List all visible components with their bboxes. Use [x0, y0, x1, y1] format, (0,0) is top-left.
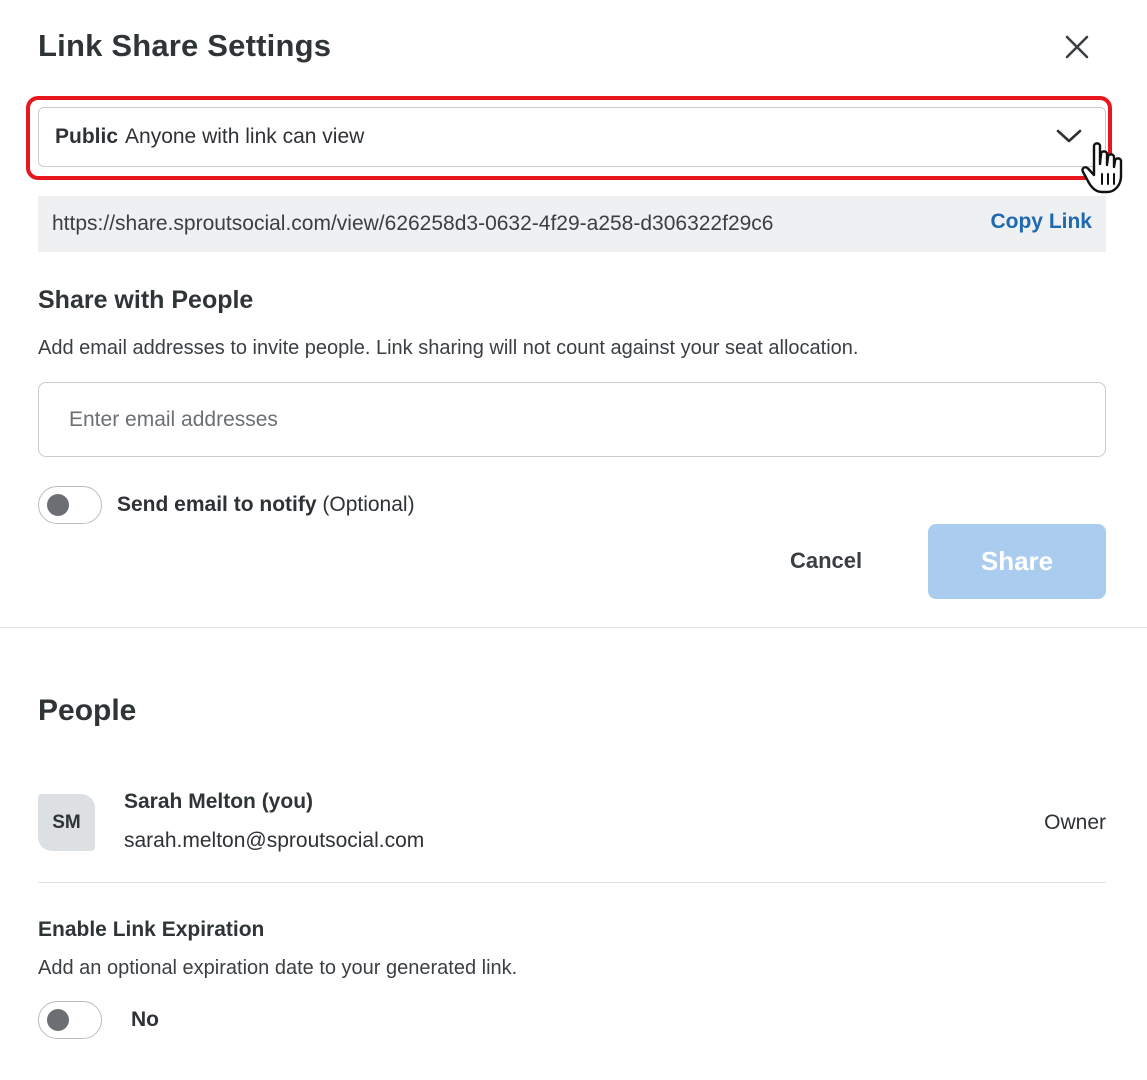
share-with-people-description: Add email addresses to invite people. Li… — [38, 337, 859, 359]
close-icon — [1065, 35, 1089, 59]
avatar: SM — [38, 794, 95, 851]
toggle-knob — [47, 494, 69, 516]
link-visibility-dropdown[interactable]: Public Anyone with link can view — [38, 107, 1106, 167]
people-divider — [38, 882, 1106, 883]
person-role: Owner — [1044, 811, 1106, 834]
notify-optional-text: (Optional) — [322, 493, 415, 516]
link-expiration-state: No — [131, 1008, 159, 1031]
cancel-button[interactable]: Cancel — [790, 548, 862, 574]
people-title: People — [38, 694, 137, 727]
share-button[interactable]: Share — [928, 524, 1106, 599]
share-with-people-title: Share with People — [38, 286, 254, 314]
person-email: sarah.melton@sproutsocial.com — [124, 829, 425, 852]
toggle-knob — [47, 1009, 69, 1031]
chevron-down-icon[interactable] — [1055, 126, 1083, 146]
visibility-description: Anyone with link can view — [125, 125, 365, 148]
notify-toggle[interactable] — [38, 486, 102, 524]
link-expiration-title: Enable Link Expiration — [38, 918, 265, 941]
share-link-url: https://share.sproutsocial.com/view/6262… — [52, 212, 774, 235]
dialog-title: Link Share Settings — [38, 28, 332, 63]
notify-label-text: Send email to notify — [117, 493, 317, 516]
visibility-level: Public — [55, 125, 119, 148]
close-button[interactable] — [1058, 28, 1096, 66]
person-name: Sarah Melton (you) — [124, 790, 314, 813]
notify-label: Send email to notify (Optional) — [117, 493, 415, 517]
share-link-bar: https://share.sproutsocial.com/view/6262… — [38, 196, 1106, 252]
link-share-settings-dialog: Link Share Settings Public Anyone with l… — [0, 0, 1147, 1080]
hand-cursor-icon — [1081, 142, 1123, 194]
copy-link-button[interactable]: Copy Link — [990, 210, 1092, 234]
section-divider — [0, 627, 1147, 628]
link-expiration-toggle[interactable] — [38, 1001, 102, 1039]
link-expiration-description: Add an optional expiration date to your … — [38, 957, 518, 979]
email-addresses-input[interactable] — [38, 382, 1106, 457]
